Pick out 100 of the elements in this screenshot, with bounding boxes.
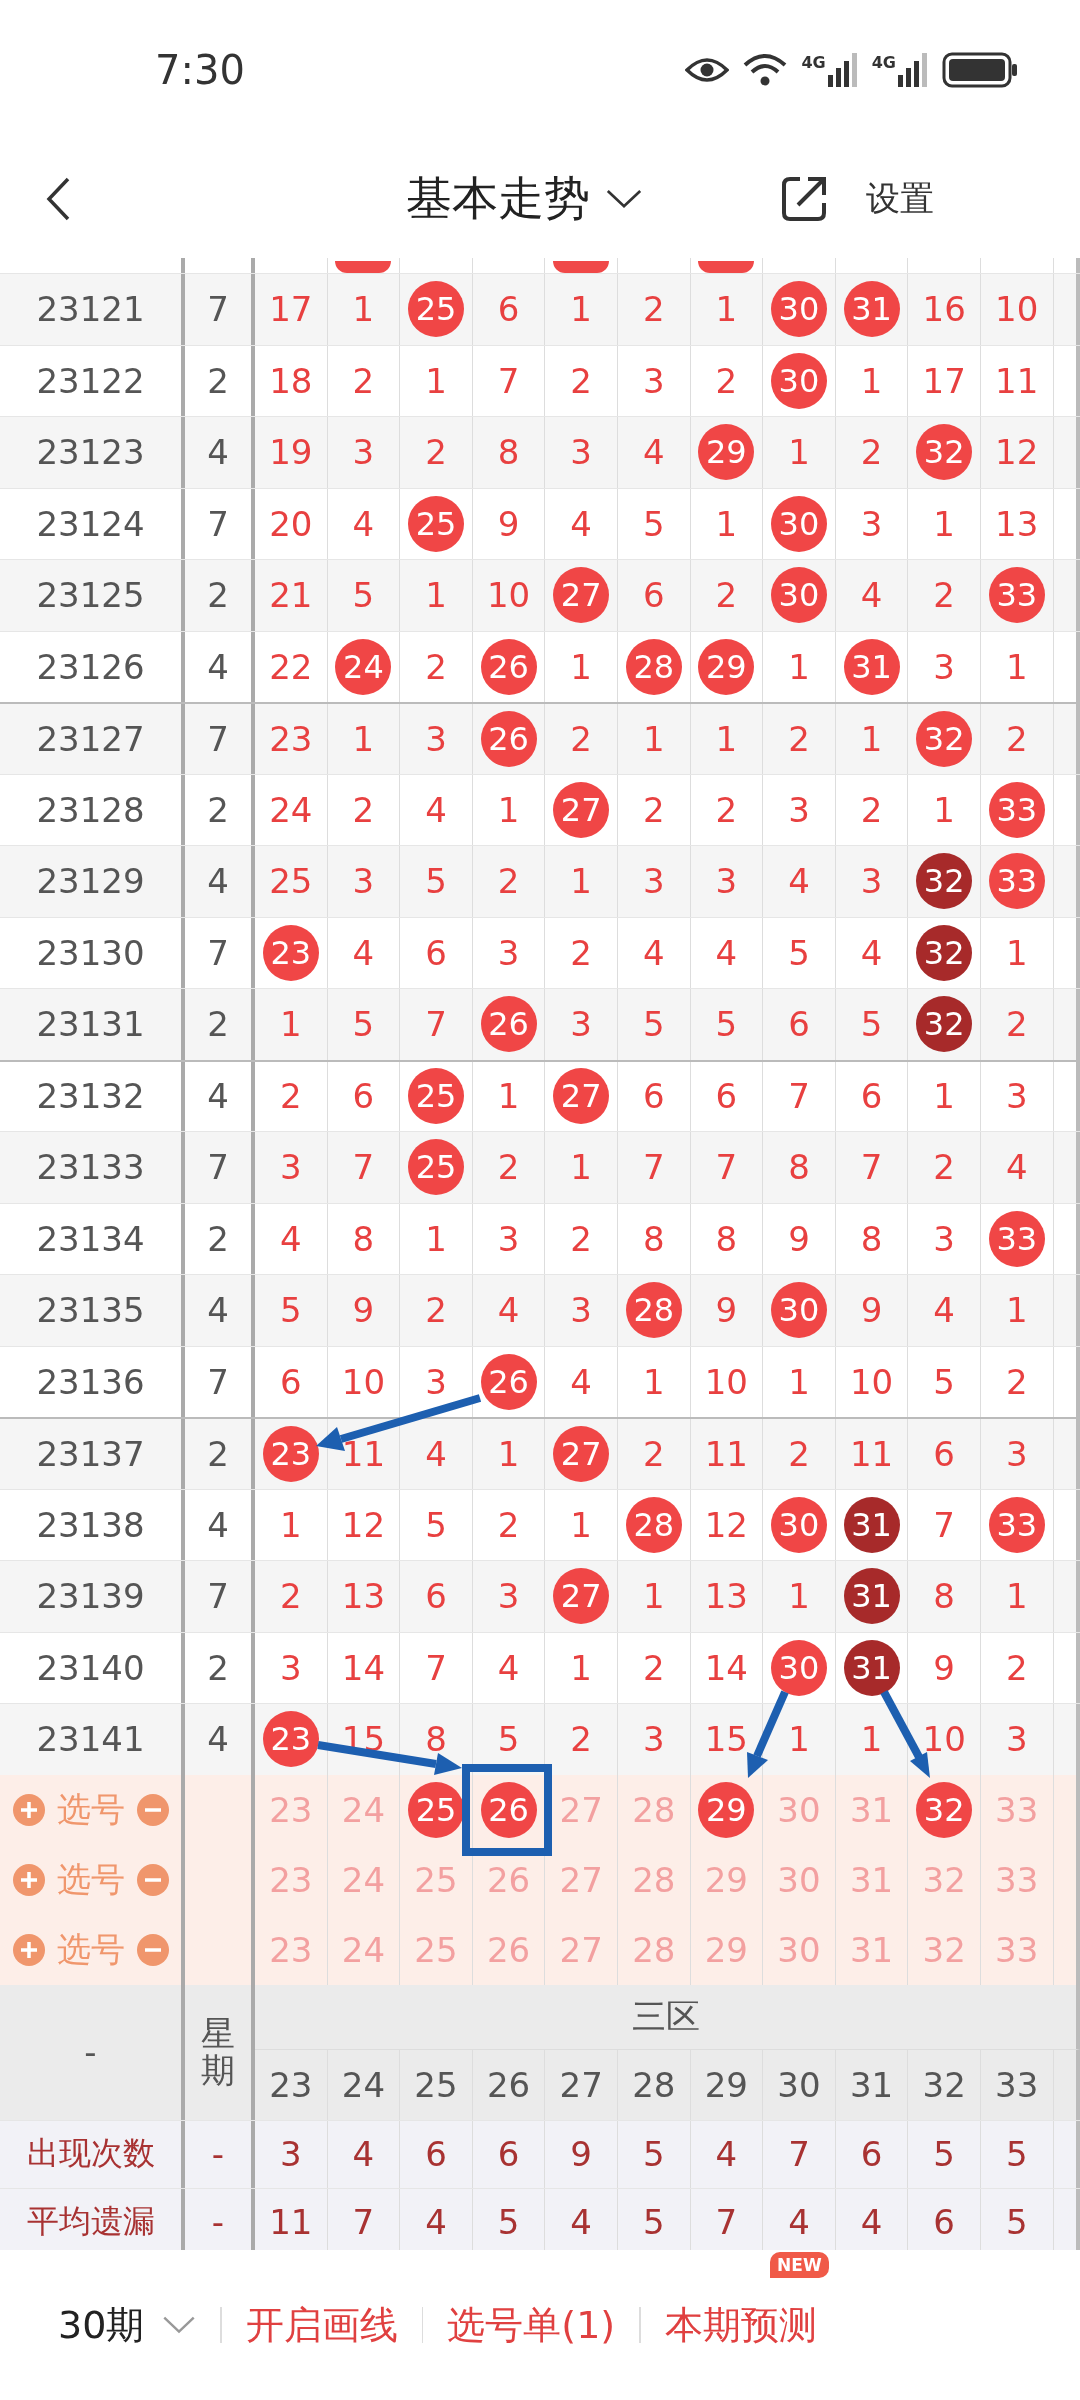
miss-count: 6 xyxy=(425,1576,447,1617)
column-number: 28 xyxy=(632,2064,676,2105)
miss-count: 4 xyxy=(788,861,810,902)
eye-icon xyxy=(685,56,730,84)
plus-icon[interactable] xyxy=(12,1793,45,1826)
number-option[interactable]: 29 xyxy=(698,1921,755,1978)
number-option[interactable]: 26 xyxy=(480,1781,537,1838)
number-option[interactable]: 23 xyxy=(262,1921,319,1978)
miss-count: 1 xyxy=(425,575,447,616)
number-ball: 32 xyxy=(916,710,973,767)
miss-count: 1 xyxy=(425,1218,447,1259)
number-option[interactable]: 30 xyxy=(770,1781,827,1838)
minus-icon[interactable] xyxy=(136,1933,169,1966)
action-button[interactable]: 选号单(1) xyxy=(447,2299,616,2351)
miss-count: 13 xyxy=(704,1576,748,1617)
number-ball: 28 xyxy=(625,638,682,695)
period-number: 23127 xyxy=(36,718,145,759)
title-dropdown[interactable]: 基本走势 xyxy=(406,168,642,230)
action-button[interactable]: 本期预测 xyxy=(664,2299,817,2351)
weekday-number: 4 xyxy=(207,432,229,473)
miss-count: 4 xyxy=(425,789,447,830)
miss-count: 2 xyxy=(425,432,447,473)
number-option[interactable]: 33 xyxy=(988,1781,1045,1838)
miss-count: 6 xyxy=(352,1076,375,1117)
number-option[interactable]: 32 xyxy=(916,1781,973,1838)
number-option[interactable]: 27 xyxy=(553,1851,610,1908)
miss-count: 3 xyxy=(425,1361,447,1402)
number-ball: 27 xyxy=(553,781,610,838)
weekday-number: 4 xyxy=(207,1290,229,1331)
back-icon[interactable] xyxy=(46,177,70,221)
miss-count: 2 xyxy=(715,360,738,401)
miss-count: 1 xyxy=(788,1719,810,1760)
number-option[interactable]: 29 xyxy=(698,1851,755,1908)
number-option[interactable]: 30 xyxy=(770,1851,827,1908)
miss-count: 8 xyxy=(642,1218,665,1259)
number-ball: 30 xyxy=(770,567,827,624)
number-option[interactable]: 25 xyxy=(408,1921,464,1978)
number-option[interactable]: 23 xyxy=(262,1781,319,1838)
miss-count: 17 xyxy=(269,289,313,330)
minus-icon[interactable] xyxy=(136,1863,169,1896)
stat-value: 6 xyxy=(497,2134,520,2174)
miss-count: 2 xyxy=(1005,1647,1028,1688)
number-ball: 33 xyxy=(988,1496,1045,1553)
settings-button[interactable]: 设置 xyxy=(866,176,934,222)
number-ball: 26 xyxy=(480,996,537,1053)
number-option[interactable]: 25 xyxy=(408,1851,464,1908)
number-option[interactable]: 23 xyxy=(262,1851,319,1908)
plus-icon[interactable] xyxy=(12,1863,45,1896)
miss-count: 8 xyxy=(425,1719,447,1760)
miss-count: 3 xyxy=(497,1218,520,1259)
miss-count: 2 xyxy=(715,789,738,830)
miss-count: 10 xyxy=(922,1719,966,1760)
number-ball: 30 xyxy=(770,1639,827,1696)
number-option[interactable]: 31 xyxy=(843,1781,900,1838)
period-number: 23130 xyxy=(36,932,145,973)
number-ball: 30 xyxy=(770,1496,827,1553)
stat-value: 5 xyxy=(1005,2134,1028,2174)
number-option[interactable]: 31 xyxy=(843,1921,900,1978)
miss-count: 4 xyxy=(497,1647,520,1688)
miss-count: 5 xyxy=(788,932,810,973)
number-ball: 30 xyxy=(770,1282,827,1339)
number-option[interactable]: 26 xyxy=(480,1851,537,1908)
miss-count: 11 xyxy=(341,1433,385,1474)
period-number: 23121 xyxy=(36,289,145,330)
number-option[interactable]: 31 xyxy=(843,1851,900,1908)
number-option[interactable]: 27 xyxy=(553,1781,610,1838)
miss-count: 10 xyxy=(486,575,531,616)
number-ball: 30 xyxy=(770,352,827,409)
number-option[interactable]: 24 xyxy=(335,1781,392,1838)
miss-count: 24 xyxy=(269,789,313,830)
number-option[interactable]: 30 xyxy=(770,1921,827,1978)
action-button[interactable]: 开启画线 xyxy=(245,2299,398,2351)
number-option[interactable]: 27 xyxy=(553,1921,610,1978)
number-option[interactable]: 29 xyxy=(698,1781,755,1838)
number-option[interactable]: 32 xyxy=(916,1921,973,1978)
miss-count: 2 xyxy=(352,360,375,401)
number-option[interactable]: 28 xyxy=(625,1921,682,1978)
number-ball: 25 xyxy=(408,281,464,338)
stat-value: 7 xyxy=(715,2202,738,2242)
miss-count: 3 xyxy=(1005,1433,1028,1474)
plus-icon[interactable] xyxy=(12,1933,45,1966)
miss-count: 3 xyxy=(279,1647,302,1688)
number-option[interactable]: 24 xyxy=(335,1851,392,1908)
miss-count: 4 xyxy=(570,1361,592,1402)
number-option[interactable]: 26 xyxy=(480,1921,537,1978)
number-option[interactable]: 33 xyxy=(988,1851,1045,1908)
miss-count: 1 xyxy=(788,432,810,473)
battery-icon xyxy=(942,52,1018,88)
miss-count: 18 xyxy=(269,360,313,401)
number-option[interactable]: 28 xyxy=(625,1781,682,1838)
period-dropdown[interactable]: 30期 xyxy=(58,2299,197,2351)
number-option[interactable]: 25 xyxy=(408,1781,464,1838)
miss-count: 4 xyxy=(860,932,883,973)
minus-icon[interactable] xyxy=(136,1793,169,1826)
number-ball: 26 xyxy=(480,638,537,695)
number-option[interactable]: 33 xyxy=(988,1921,1045,1978)
number-ball: 27 xyxy=(553,1568,610,1625)
number-option[interactable]: 24 xyxy=(335,1921,392,1978)
number-option[interactable]: 32 xyxy=(916,1851,973,1908)
number-option[interactable]: 28 xyxy=(625,1851,682,1908)
